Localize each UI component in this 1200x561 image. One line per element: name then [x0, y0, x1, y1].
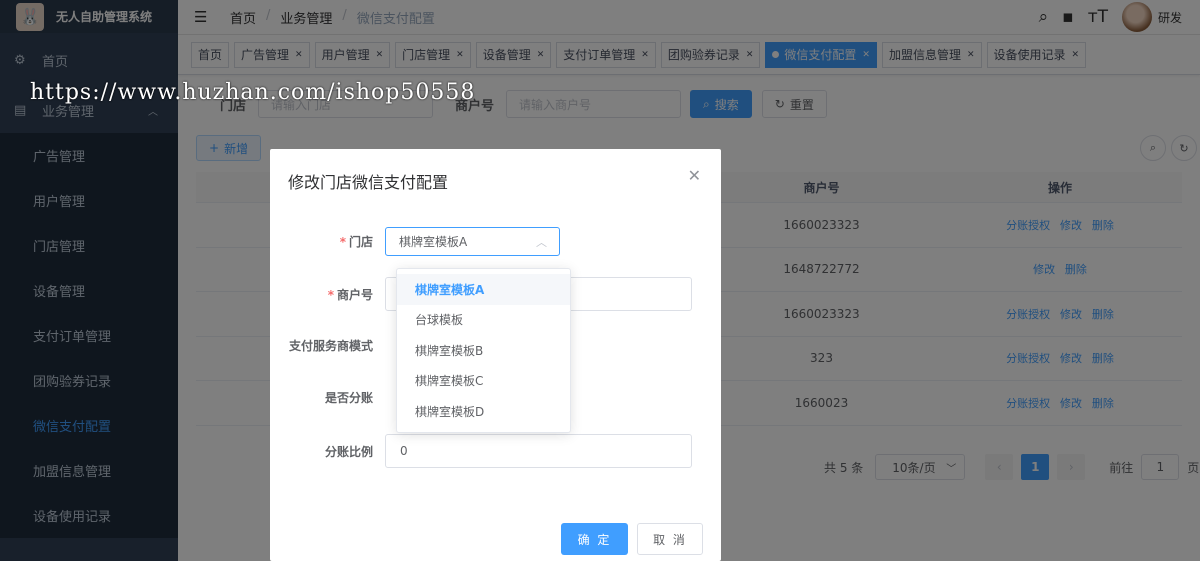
- store-dropdown: 棋牌室模板A 台球模板 棋牌室模板B 棋牌室模板C 棋牌室模板D: [396, 268, 571, 433]
- store-label-text: 门店: [348, 235, 373, 249]
- split-form-row: 是否分账: [270, 389, 385, 406]
- store-form-label: * 门店: [270, 233, 385, 250]
- split-form-label: 是否分账: [324, 391, 373, 405]
- confirm-button[interactable]: 确 定: [561, 523, 628, 555]
- dialog-title: 修改门店微信支付配置: [288, 173, 449, 192]
- mode-form-label: 支付服务商模式: [288, 339, 373, 353]
- store-option[interactable]: 棋牌室模板D: [397, 396, 570, 427]
- edit-dialog: 修改门店微信支付配置 ✕ * 门店 棋牌室模板A ︿ * 商户号 支付服务商模式 是…: [270, 149, 721, 561]
- required-mark: *: [339, 235, 346, 249]
- cancel-button[interactable]: 取 消: [637, 523, 703, 555]
- close-icon[interactable]: ✕: [688, 166, 701, 185]
- required-mark: *: [327, 287, 334, 302]
- store-form-row: * 门店 棋牌室模板A ︿: [270, 227, 560, 256]
- ratio-form-label: 分账比例: [324, 444, 373, 459]
- store-select-value: 棋牌室模板A: [399, 235, 468, 249]
- ratio-form-row: 分账比例 0: [270, 434, 692, 468]
- store-option[interactable]: 棋牌室模板A: [397, 274, 570, 305]
- merchant-form-label: * 商户号: [270, 286, 385, 303]
- watermark-text: https://www.huzhan.com/ishop50558: [30, 80, 476, 105]
- ratio-input[interactable]: 0: [385, 434, 692, 468]
- store-select[interactable]: 棋牌室模板A ︿: [385, 227, 560, 256]
- chevron-up-icon: ︿: [536, 235, 547, 249]
- store-option[interactable]: 棋牌室模板B: [397, 335, 570, 366]
- store-option[interactable]: 棋牌室模板C: [397, 366, 570, 397]
- mode-form-row: 支付服务商模式: [270, 337, 385, 354]
- store-option[interactable]: 台球模板: [397, 305, 570, 336]
- merchant-label-text: 商户号: [336, 287, 373, 302]
